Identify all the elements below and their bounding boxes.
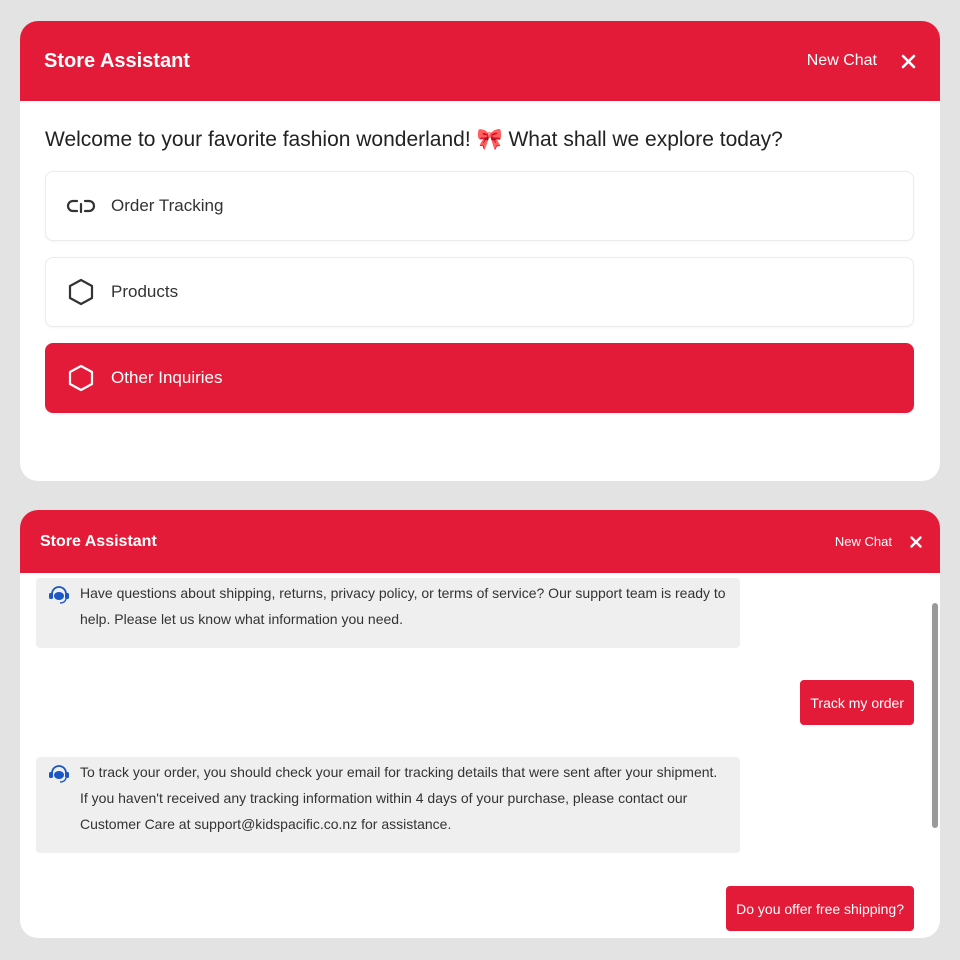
user-message: Track my order <box>800 680 914 725</box>
chat-title: Store Assistant <box>40 532 157 550</box>
welcome-message: Welcome to your favorite fashion wonderl… <box>45 128 783 151</box>
chat-header: Store Assistant New Chat <box>20 510 940 573</box>
header-actions: New Chat <box>807 52 916 70</box>
chat-header: Store Assistant New Chat <box>20 21 940 101</box>
option-other-inquiries[interactable]: Other Inquiries <box>45 343 914 413</box>
message-list[interactable]: Have questions about shipping, returns, … <box>20 573 940 938</box>
chat-widget-menu: Store Assistant New Chat Welcome to your… <box>20 21 940 481</box>
bot-message: To track your order, you should check yo… <box>36 757 740 853</box>
option-products[interactable]: Products <box>45 257 914 327</box>
option-label: Order Tracking <box>111 196 224 215</box>
new-chat-button[interactable]: New Chat <box>835 534 892 549</box>
option-order-tracking[interactable]: Order Tracking <box>45 171 914 241</box>
support-agent-icon <box>46 584 72 606</box>
chat-widget-conversation: Store Assistant New Chat Have questions … <box>20 510 940 938</box>
message-text: To track your order, you should check yo… <box>80 764 718 832</box>
chat-title: Store Assistant <box>44 49 190 72</box>
hexagon-icon <box>66 277 96 307</box>
support-agent-icon <box>46 763 72 785</box>
close-icon[interactable] <box>901 54 916 69</box>
link-icon <box>66 191 96 221</box>
scrollbar[interactable] <box>932 603 938 828</box>
hexagon-icon <box>66 363 96 393</box>
option-label: Other Inquiries <box>111 368 223 387</box>
user-message: Do you offer free shipping? <box>726 886 914 931</box>
header-actions: New Chat <box>835 534 922 549</box>
message-text: Have questions about shipping, returns, … <box>80 585 726 627</box>
topic-options: Order Tracking Products Other Inquiries <box>45 171 914 413</box>
close-icon[interactable] <box>910 535 922 548</box>
new-chat-button[interactable]: New Chat <box>807 52 877 70</box>
option-label: Products <box>111 282 179 301</box>
bot-message: Have questions about shipping, returns, … <box>36 578 740 648</box>
